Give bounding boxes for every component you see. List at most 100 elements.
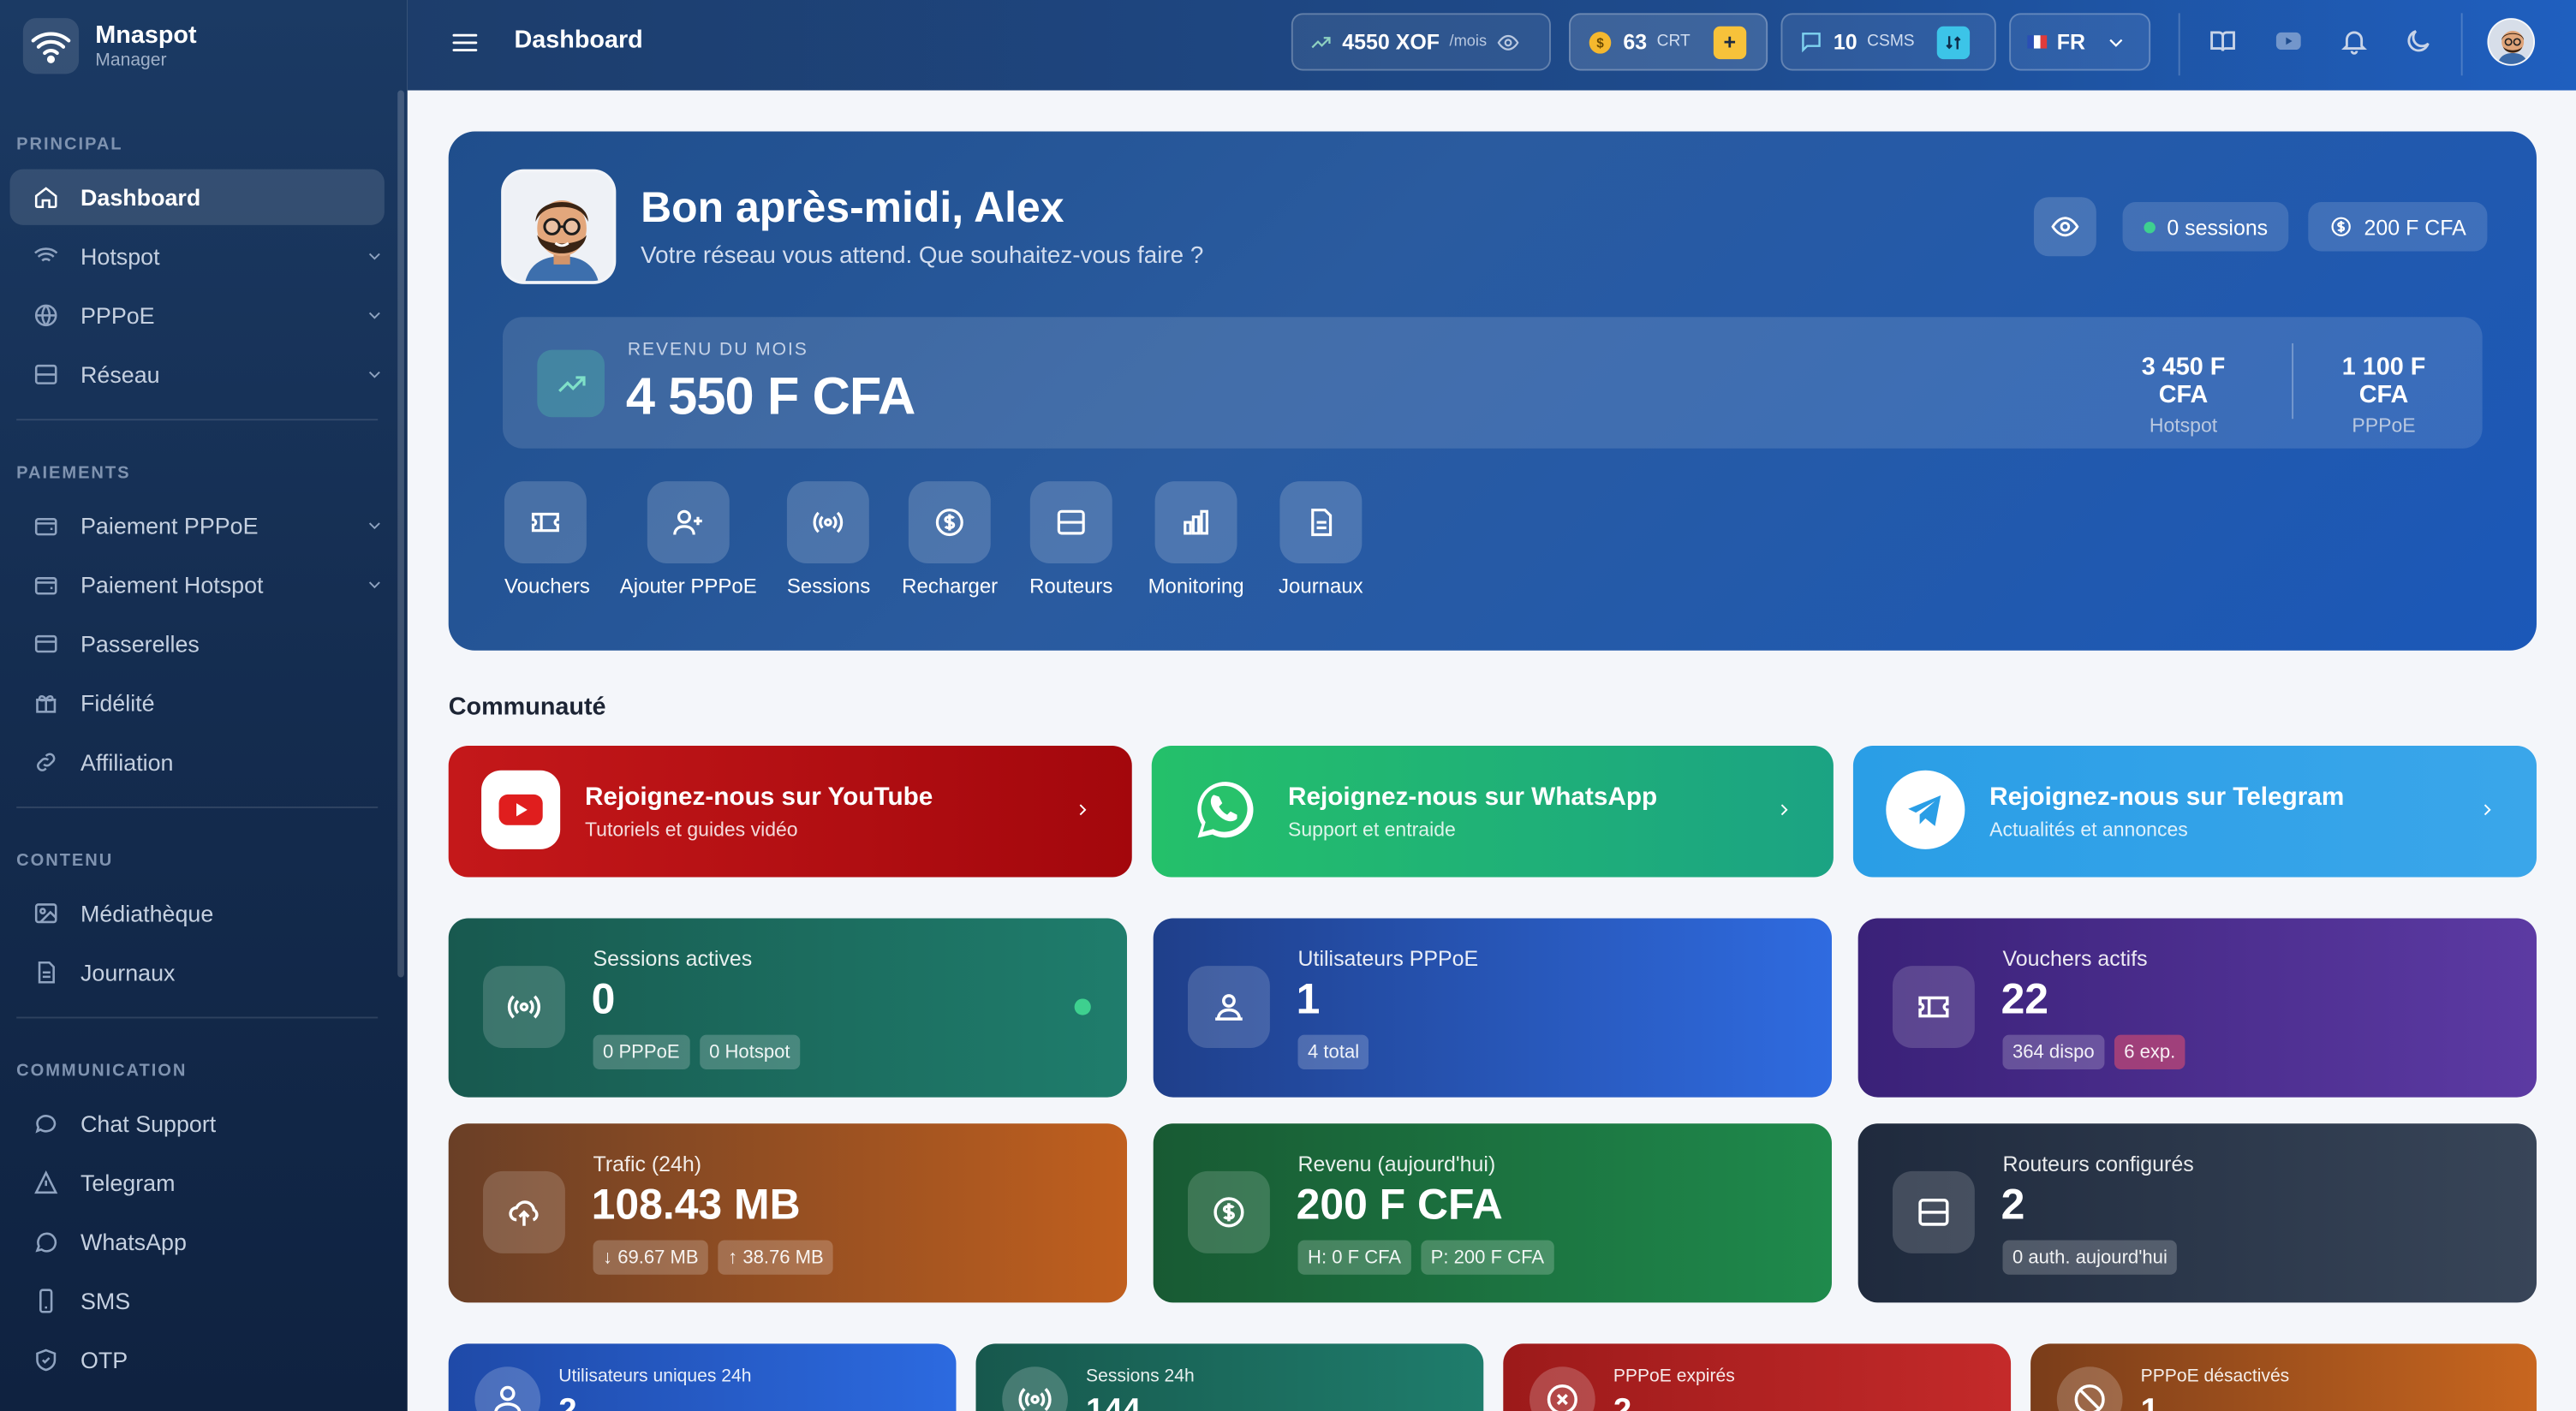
dollar-icon: [1187, 1170, 1270, 1253]
community-card-telegram[interactable]: Rejoignez-nous sur Telegram Actualités e…: [1852, 746, 2537, 878]
sms-pill[interactable]: 10 CSMS: [1780, 13, 1996, 71]
mini-stat-label: Sessions 24h: [1086, 1366, 1195, 1387]
ticket-icon: [1892, 966, 1975, 1049]
whatsapp-icon: [1184, 771, 1263, 849]
community-card-whatsapp[interactable]: Rejoignez-nous sur WhatsApp Support et e…: [1151, 746, 1834, 878]
ban-icon: [2056, 1366, 2123, 1411]
add-credits-button[interactable]: +: [1713, 25, 1746, 59]
action-recharger[interactable]: Recharger: [902, 481, 998, 598]
mini-stat-pppoe-expires[interactable]: PPPoE expirés 2: [1503, 1343, 2012, 1411]
sidebar-item-chat-support[interactable]: Chat Support: [10, 1096, 385, 1152]
revenue-value: 4550 XOF: [1342, 29, 1440, 55]
svg-text:$: $: [1596, 36, 1604, 51]
sidebar-item-dashboard[interactable]: Dashboard: [9, 169, 385, 225]
sidebar-item-mediatheque[interactable]: Médiathèque: [10, 885, 385, 941]
stat-value: 22: [2001, 973, 2049, 1024]
mini-stat-pppoe-desactives[interactable]: PPPoE désactivés 1: [2030, 1343, 2537, 1411]
action-monitoring[interactable]: Monitoring: [1143, 481, 1249, 598]
sidebar-item-telegram[interactable]: Telegram: [10, 1155, 385, 1211]
community-card-title: Rejoignez-nous sur YouTube: [584, 783, 933, 812]
sidebar-item-hotspot[interactable]: Hotspot: [10, 229, 385, 284]
sidebar-item-paiement-hotspot[interactable]: Paiement Hotspot: [10, 557, 385, 612]
action-routeurs[interactable]: Routeurs: [1029, 481, 1114, 598]
avatar-icon: [2489, 20, 2534, 64]
stat-chip: 4 total: [1297, 1034, 1369, 1069]
sidebar-item-label: Hotspot: [80, 242, 160, 270]
ticket-icon: [531, 512, 559, 533]
pppoe-revenue: 1 100 F CFA PPPoE: [2318, 353, 2449, 437]
mini-stat-utilisateurs-uniques[interactable]: Utilisateurs uniques 24h 2: [448, 1343, 957, 1411]
language-select[interactable]: FR: [2009, 13, 2151, 71]
stat-label: Vouchers actifs: [2002, 946, 2148, 971]
sidebar-item-otp[interactable]: OTP: [10, 1332, 385, 1388]
sidebar-divider: [16, 806, 379, 808]
cloud-upload-icon: [482, 1170, 565, 1253]
action-journaux[interactable]: Journaux: [1277, 481, 1366, 598]
sidebar-item-affiliation[interactable]: Affiliation: [10, 735, 385, 790]
wallet-icon: [34, 577, 57, 595]
bell-icon[interactable]: [2340, 27, 2370, 57]
sidebar-item-fidelite[interactable]: Fidélité: [10, 676, 385, 731]
sidebar-item-label: OTP: [80, 1347, 128, 1373]
sidebar-item-label: Journaux: [80, 959, 176, 986]
sidebar-item-whatsapp[interactable]: WhatsApp: [10, 1214, 385, 1270]
topbar-divider: [2460, 13, 2463, 76]
community-card-subtitle: Support et entraide: [1287, 818, 1456, 842]
stat-card-vouchers-actifs[interactable]: Vouchers actifs 22 364 dispo 6 exp.: [1857, 918, 2537, 1098]
wifi-logo-icon: [22, 18, 80, 74]
sidebar-scrollbar[interactable]: [397, 90, 404, 978]
dollar-circle-icon: [2331, 217, 2351, 236]
credits-pill[interactable]: $ 63 CRT +: [1569, 13, 1768, 71]
mini-stat-sessions-24h[interactable]: Sessions 24h 144: [975, 1343, 1484, 1411]
chevron-right-icon: [1079, 804, 1087, 816]
book-icon[interactable]: [2208, 27, 2238, 57]
action-label: Vouchers: [504, 575, 590, 598]
toggle-visibility-button[interactable]: [2033, 197, 2096, 257]
user-avatar[interactable]: [2487, 18, 2536, 66]
sidebar-item-label: Paiement Hotspot: [80, 571, 264, 598]
action-label: Routeurs: [1029, 575, 1113, 598]
chevron-right-icon: [1780, 804, 1788, 816]
youtube-icon[interactable]: [2272, 27, 2305, 57]
brand[interactable]: Mnaspot Manager: [22, 13, 197, 79]
revenue-pill[interactable]: 4550 XOF /mois: [1291, 13, 1551, 71]
action-add-pppoe[interactable]: Ajouter PPPoE: [617, 481, 759, 598]
sidebar-item-passerelles[interactable]: Passerelles: [10, 616, 385, 671]
mini-stat-value: 144: [1086, 1393, 1141, 1411]
amount-chip[interactable]: 200 F CFA: [2308, 201, 2488, 252]
hotspot-revenue: 3 450 F CFA Hotspot: [2123, 353, 2245, 437]
stat-card-routeurs[interactable]: Routeurs configurés 2 0 auth. aujourd'hu…: [1857, 1123, 2537, 1303]
chevron-down-icon: [368, 371, 380, 378]
action-vouchers[interactable]: Vouchers: [504, 481, 590, 598]
chevron-down-icon: [368, 581, 380, 589]
stat-card-trafic[interactable]: Trafic (24h) 108.43 MB ↓ 69.67 MB ↑ 38.7…: [448, 1123, 1127, 1303]
sidebar-item-label: PPPoE: [80, 302, 155, 329]
stat-label: Sessions actives: [593, 946, 753, 971]
sidebar-item-reseau[interactable]: Réseau: [10, 347, 385, 402]
brand-name: Mnaspot: [95, 21, 197, 50]
bar-chart-icon: [1184, 509, 1208, 535]
sessions-chip[interactable]: 0 sessions: [2122, 201, 2290, 252]
mini-stat-value: 2: [558, 1393, 576, 1411]
stat-chip: 0 Hotspot: [699, 1034, 801, 1069]
sidebar-item-label: Affiliation: [80, 748, 174, 776]
sidebar-item-pppoe[interactable]: PPPoE: [10, 288, 385, 343]
sidebar-item-journaux[interactable]: Journaux: [10, 944, 385, 1000]
telegram-icon: [1886, 770, 1965, 849]
community-card-youtube[interactable]: Rejoignez-nous sur YouTube Tutoriels et …: [448, 746, 1132, 878]
sidebar-item-paiement-pppoe[interactable]: Paiement PPPoE: [10, 497, 385, 553]
sessions-chip-label: 0 sessions: [2167, 214, 2269, 240]
moon-icon[interactable]: [2404, 27, 2434, 57]
stat-card-revenu-aujourdhui[interactable]: Revenu (aujourd'hui) 200 F CFA H: 0 F CF…: [1153, 1123, 1832, 1303]
menu-icon[interactable]: [450, 28, 480, 58]
action-sessions[interactable]: Sessions: [786, 481, 870, 598]
sidebar-item-sms[interactable]: SMS: [10, 1273, 385, 1329]
users-icon: [1187, 966, 1270, 1049]
sms-value: 10: [1833, 29, 1857, 55]
topbar-divider: [2178, 13, 2180, 76]
sms-transfer-button[interactable]: [1937, 25, 1971, 59]
stat-card-utilisateurs-pppoe[interactable]: Utilisateurs PPPoE 1 4 total: [1153, 918, 1832, 1098]
stat-value: 0: [591, 973, 616, 1024]
stat-card-sessions-actives[interactable]: Sessions actives 0 0 PPPoE 0 Hotspot: [448, 918, 1127, 1098]
community-card-subtitle: Tutoriels et guides vidéo: [584, 818, 798, 842]
